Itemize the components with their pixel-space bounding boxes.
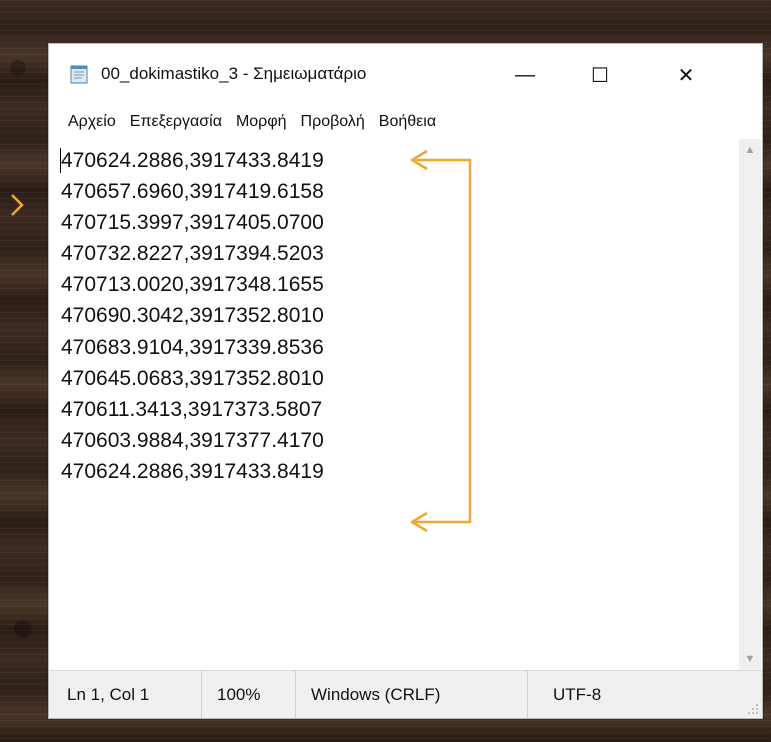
document-line[interactable]: 470624.2886,3917433.8419 [61,456,324,487]
document-line[interactable]: 470603.9884,3917377.4170 [61,425,324,456]
window-title: 00_dokimastiko_3 - Σημειωματάριο [101,64,367,83]
status-separator [527,671,528,718]
menu-format[interactable]: Μορφή [229,104,294,139]
menu-bar: Αρχείο Επεξεργασία Μορφή Προβολή Βοήθεια [49,104,762,139]
status-line-endings: Windows (CRLF) [311,685,441,704]
document-lines: 470624.2886,3917433.8419 470657.6960,391… [61,145,324,487]
status-separator [201,671,202,718]
minimize-button[interactable]: — [497,56,553,94]
status-bar: Ln 1, Col 1 100% Windows (CRLF) UTF-8 [49,670,762,718]
wood-knot [14,620,32,638]
scroll-up-icon[interactable]: ▲ [739,139,761,161]
status-encoding: UTF-8 [553,685,602,704]
document-line[interactable]: 470690.3042,3917352.8010 [61,300,324,331]
document-line[interactable]: 470645.0683,3917352.8010 [61,363,324,394]
status-separator [295,671,296,718]
menu-view[interactable]: Προβολή [294,104,372,139]
notepad-icon [70,65,88,84]
maximize-button[interactable]: ☐ [572,56,628,94]
document-line[interactable]: 470657.6960,3917419.6158 [61,176,324,207]
notepad-window: 00_dokimastiko_3 - Σημειωματάριο — ☐ ✕ Α… [48,43,763,719]
menu-edit[interactable]: Επεξεργασία [123,104,229,139]
document-line[interactable]: 470732.8227,3917394.5203 [61,238,324,269]
text-editor[interactable]: 470624.2886,3917433.8419 470657.6960,391… [49,139,739,670]
menu-file[interactable]: Αρχείο [61,104,123,139]
resize-grip-icon[interactable] [745,701,759,715]
scroll-down-icon[interactable]: ▼ [739,648,761,670]
title-bar[interactable]: 00_dokimastiko_3 - Σημειωματάριο — ☐ ✕ [49,44,762,104]
close-button[interactable]: ✕ [658,56,714,94]
document-line[interactable]: 470715.3997,3917405.0700 [61,207,324,238]
document-line[interactable]: 470611.3413,3917373.5807 [61,394,324,425]
wood-knot [10,60,26,76]
vertical-scrollbar[interactable]: ▲ ▼ [739,139,761,670]
minimize-icon: — [515,63,535,86]
document-line[interactable]: 470624.2886,3917433.8419 [61,145,324,176]
close-icon: ✕ [677,64,695,87]
status-position: Ln 1, Col 1 [67,685,150,704]
document-line[interactable]: 470683.9104,3917339.8536 [61,332,324,363]
menu-help[interactable]: Βοήθεια [372,104,443,139]
maximize-icon: ☐ [591,64,609,87]
status-zoom: 100% [217,685,261,704]
document-line[interactable]: 470713.0020,3917348.1655 [61,269,324,300]
